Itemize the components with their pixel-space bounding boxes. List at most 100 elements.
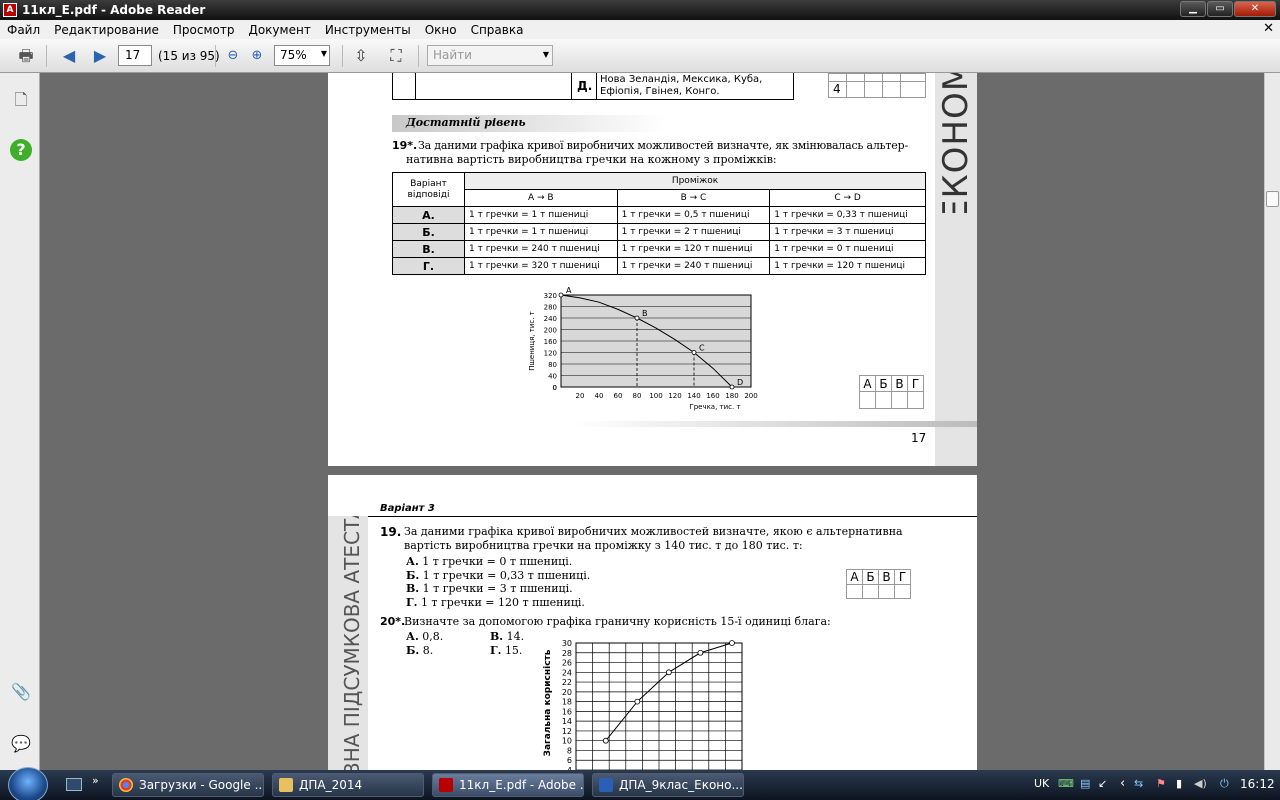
answer-option: В. 14.: [490, 630, 525, 643]
y-tick-label: 0: [553, 384, 557, 392]
fit-page-icon[interactable]: ⛶: [385, 45, 407, 67]
attachments-icon[interactable]: 📎: [10, 681, 32, 703]
x-tick-label: 60: [614, 392, 623, 400]
y-tick-label: 24: [562, 668, 572, 677]
point-label: B: [642, 309, 648, 318]
comments-icon[interactable]: 💬: [10, 733, 32, 755]
scrollbar-thumb[interactable]: [1266, 191, 1279, 207]
start-button[interactable]: [8, 767, 48, 800]
data-point: [634, 698, 641, 705]
point-label: A: [566, 286, 572, 295]
title-bar: A 11кл_Е.pdf - Adobe Reader ▁ ▭ ✕: [0, 0, 1280, 20]
page-count: (15 из 95): [158, 49, 220, 63]
menu-view[interactable]: Просмотр: [166, 23, 242, 37]
taskbar-item-chrome[interactable]: Загрузки - Google ...: [112, 773, 264, 797]
q20-options: А. 0,8. В. 14. Б. 8. Г. 15.: [406, 630, 536, 658]
fit-width-icon[interactable]: ⇳: [350, 45, 372, 67]
y-tick-label: 160: [544, 338, 557, 346]
data-point: [697, 649, 704, 656]
answer-cell[interactable]: [907, 391, 924, 409]
keyboard-icon[interactable]: ⌨: [1058, 777, 1074, 790]
flag-icon[interactable]: ⚑: [1156, 777, 1166, 790]
language-indicator[interactable]: UK: [1034, 777, 1049, 790]
word-icon: [599, 778, 613, 792]
clock[interactable]: 16:12: [1240, 777, 1275, 791]
quick-launch-more-icon[interactable]: »: [92, 774, 99, 787]
arrow-icon[interactable]: ↙: [1098, 777, 1107, 790]
close-button[interactable]: ✕: [1234, 1, 1276, 17]
answer-cell[interactable]: [846, 584, 863, 599]
y-axis-label: Загальна корисність: [542, 649, 553, 756]
x-axis-label: Гречка, тис. т: [689, 403, 740, 411]
answer-cell[interactable]: [878, 584, 895, 599]
question-text: За даними графіка кривої виробничих можл…: [404, 525, 903, 538]
menu-file[interactable]: Файл: [0, 23, 47, 37]
taskbar-item-word[interactable]: ДПА_9клас_Еконо...: [592, 773, 744, 797]
taskbar-item-folder[interactable]: ДПА_2014: [272, 773, 424, 797]
y-tick-label: 30: [562, 639, 572, 648]
zoom-select[interactable]: 75% ▼: [274, 45, 330, 66]
next-page-icon[interactable]: ▶: [89, 45, 111, 67]
answer-row-number: 4: [833, 82, 841, 96]
taskbar-item-adobe-reader[interactable]: 11кл_Е.pdf - Adobe ...: [432, 773, 584, 797]
question-number: 19.: [380, 525, 402, 539]
answer-option: Г. 1 т гречки = 120 т пшениці.: [406, 595, 585, 609]
utility-chart: 3028262422201816141210864Загальна корисн…: [542, 639, 743, 770]
question-text: За даними графіка кривої виробничих можл…: [418, 139, 908, 152]
question-number: 19*.: [392, 139, 418, 152]
menu-edit[interactable]: Редактирование: [47, 23, 166, 37]
answer-cell[interactable]: [891, 391, 908, 409]
y-tick-label: 8: [567, 746, 572, 755]
maximize-button[interactable]: ▭: [1207, 1, 1233, 17]
answer-cell[interactable]: [894, 584, 911, 599]
help-icon[interactable]: ?: [10, 139, 32, 161]
y-tick-label: 22: [562, 678, 572, 687]
x-tick-label: 160: [706, 392, 719, 400]
y-tick-label: 200: [544, 327, 557, 335]
device-icon[interactable]: ▮: [1176, 777, 1182, 790]
previous-page-icon[interactable]: ◀: [58, 45, 80, 67]
zoom-out-icon[interactable]: ⊖: [222, 45, 244, 67]
hide-icons-icon[interactable]: ‹: [1120, 776, 1125, 791]
zoom-in-icon[interactable]: ⊕: [246, 45, 268, 67]
network-icon[interactable]: ▤: [1080, 777, 1090, 790]
page-number-input[interactable]: 17: [118, 45, 152, 66]
menu-document[interactable]: Документ: [241, 23, 317, 37]
pdf-page-18: ВНА ПІДСУМКОВА АТЕСТАЦІЯ Варіант 3 19. З…: [328, 475, 977, 770]
answer-cell[interactable]: [875, 391, 892, 409]
vertical-scrollbar[interactable]: [1264, 73, 1280, 770]
answer-letter: В: [878, 569, 895, 585]
y-tick-label: 20: [562, 688, 572, 697]
print-icon[interactable]: 🖶: [15, 45, 37, 67]
menu-bar: Файл Редактирование Просмотр Документ Ин…: [0, 20, 1280, 39]
sync-icon[interactable]: ⇆: [1134, 777, 1143, 790]
minimize-button[interactable]: ▁: [1180, 1, 1206, 17]
x-tick-label: 80: [633, 392, 642, 400]
volume-icon[interactable]: ◀): [1194, 777, 1207, 790]
answer-cell[interactable]: [859, 391, 876, 409]
x-tick-label: 20: [576, 392, 585, 400]
y-tick-label: 26: [562, 659, 572, 668]
close-document-icon[interactable]: ✕: [1263, 21, 1274, 36]
answer-letter: А: [859, 375, 876, 392]
y-tick-label: 120: [544, 350, 557, 358]
y-tick-label: 80: [548, 361, 557, 369]
window-title: 11кл_Е.pdf - Adobe Reader: [22, 3, 206, 17]
chrome-icon: [119, 778, 133, 792]
menu-tools[interactable]: Инструменты: [318, 23, 418, 37]
data-point: [558, 292, 564, 298]
y-tick-label: 16: [562, 707, 572, 716]
menu-help[interactable]: Справка: [464, 23, 531, 37]
answer-cell[interactable]: [862, 584, 879, 599]
find-input[interactable]: Найти ▼: [427, 45, 553, 66]
show-desktop-icon[interactable]: [66, 778, 82, 791]
answer-option: Б. 1 т гречки = 0,33 т пшениці.: [406, 568, 591, 582]
question-text: Визначте за допомогою графіка граничну к…: [404, 615, 831, 628]
menu-window[interactable]: Окно: [418, 23, 464, 37]
x-tick-label: 120: [668, 392, 681, 400]
system-tray: UK ⌨ ▤ ↙ ‹ ⇆ ⚑ ▮ ◀) ⏻ 16:12: [1028, 770, 1280, 800]
pages-icon[interactable]: 🗋: [10, 89, 32, 111]
power-icon[interactable]: ⏻: [1220, 777, 1229, 791]
y-axis-label: Пшениця, тис. т: [528, 311, 536, 371]
answer-letter: В: [891, 375, 908, 392]
